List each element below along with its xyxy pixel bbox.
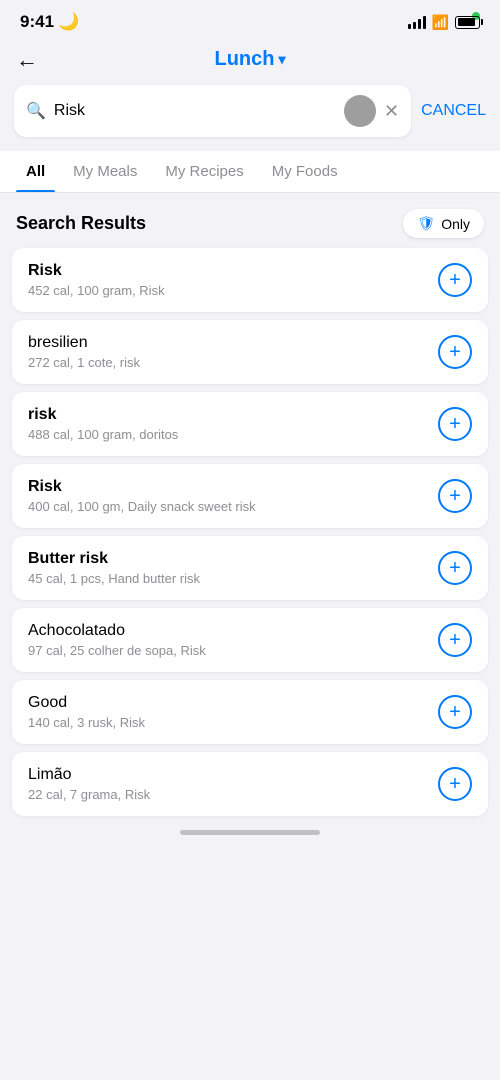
status-indicators: 📶 xyxy=(408,14,480,31)
food-info: Good 140 cal, 3 rusk, Risk xyxy=(28,694,438,730)
wifi-icon: 📶 xyxy=(432,14,449,31)
home-bar xyxy=(180,830,320,835)
food-item-0: Risk 452 cal, 100 gram, Risk + xyxy=(12,248,488,312)
results-header: Search Results 🛡 Only xyxy=(0,193,500,248)
battery-icon xyxy=(455,16,480,29)
add-button[interactable]: + xyxy=(438,263,472,297)
cancel-button[interactable]: CANCEL xyxy=(421,102,486,120)
add-button[interactable]: + xyxy=(438,335,472,369)
food-info: Risk 452 cal, 100 gram, Risk xyxy=(28,262,438,298)
tab-my-foods[interactable]: My Foods xyxy=(262,151,348,192)
signal-icon xyxy=(408,15,426,29)
food-name: Limão xyxy=(28,766,438,784)
tab-my-meals[interactable]: My Meals xyxy=(63,151,147,192)
food-item-6: Good 140 cal, 3 rusk, Risk + xyxy=(12,680,488,744)
food-details: 22 cal, 7 grama, Risk xyxy=(28,787,438,802)
avatar xyxy=(344,95,376,127)
search-row: 🔍 Risk ✕ CANCEL xyxy=(0,85,500,151)
only-toggle[interactable]: 🛡 Only xyxy=(403,209,484,238)
food-item-3: Risk 400 cal, 100 gm, Daily snack sweet … xyxy=(12,464,488,528)
back-button[interactable]: ← xyxy=(16,47,38,73)
food-item-4: Butter risk 45 cal, 1 pcs, Hand butter r… xyxy=(12,536,488,600)
food-list: Risk 452 cal, 100 gram, Risk + bresilien… xyxy=(0,248,500,816)
tab-all[interactable]: All xyxy=(16,151,55,192)
food-details: 45 cal, 1 pcs, Hand butter risk xyxy=(28,571,438,586)
food-details: 272 cal, 1 cote, risk xyxy=(28,355,438,370)
search-input[interactable]: Risk xyxy=(54,102,336,120)
food-info: Achocolatado 97 cal, 25 colher de sopa, … xyxy=(28,622,438,658)
food-info: Butter risk 45 cal, 1 pcs, Hand butter r… xyxy=(28,550,438,586)
add-button[interactable]: + xyxy=(438,695,472,729)
food-item-5: Achocolatado 97 cal, 25 colher de sopa, … xyxy=(12,608,488,672)
time-label: 9:41 xyxy=(20,12,54,32)
add-button[interactable]: + xyxy=(438,551,472,585)
food-details: 452 cal, 100 gram, Risk xyxy=(28,283,438,298)
food-name: risk xyxy=(28,406,438,424)
search-bar[interactable]: 🔍 Risk ✕ xyxy=(14,85,411,137)
food-name: bresilien xyxy=(28,334,438,352)
food-info: Limão 22 cal, 7 grama, Risk xyxy=(28,766,438,802)
search-icon: 🔍 xyxy=(26,101,46,121)
food-details: 488 cal, 100 gram, doritos xyxy=(28,427,438,442)
meal-title: Lunch xyxy=(214,48,274,71)
food-item-7: Limão 22 cal, 7 grama, Risk + xyxy=(12,752,488,816)
shield-icon: 🛡 xyxy=(417,215,435,232)
add-button[interactable]: + xyxy=(438,623,472,657)
food-item-1: bresilien 272 cal, 1 cote, risk + xyxy=(12,320,488,384)
food-details: 97 cal, 25 colher de sopa, Risk xyxy=(28,643,438,658)
status-time: 9:41 🌙 xyxy=(20,12,79,32)
food-info: bresilien 272 cal, 1 cote, risk xyxy=(28,334,438,370)
add-button[interactable]: + xyxy=(438,767,472,801)
results-title: Search Results xyxy=(16,213,146,234)
food-info: risk 488 cal, 100 gram, doritos xyxy=(28,406,438,442)
clear-button[interactable]: ✕ xyxy=(384,101,399,122)
header-title: Lunch ▾ xyxy=(214,48,285,71)
moon-icon: 🌙 xyxy=(58,12,79,32)
home-indicator xyxy=(0,816,500,843)
tab-bar: All My Meals My Recipes My Foods xyxy=(0,151,500,193)
only-label: Only xyxy=(441,216,470,232)
header: ← Lunch ▾ xyxy=(0,38,500,85)
add-button[interactable]: + xyxy=(438,479,472,513)
food-details: 400 cal, 100 gm, Daily snack sweet risk xyxy=(28,499,438,514)
food-info: Risk 400 cal, 100 gm, Daily snack sweet … xyxy=(28,478,438,514)
food-details: 140 cal, 3 rusk, Risk xyxy=(28,715,438,730)
add-button[interactable]: + xyxy=(438,407,472,441)
food-name: Good xyxy=(28,694,438,712)
status-bar: 9:41 🌙 📶 xyxy=(0,0,500,38)
food-name: Risk xyxy=(28,478,438,496)
chevron-down-icon[interactable]: ▾ xyxy=(278,51,285,68)
tab-my-recipes[interactable]: My Recipes xyxy=(155,151,253,192)
food-name: Risk xyxy=(28,262,438,280)
food-item-2: risk 488 cal, 100 gram, doritos + xyxy=(12,392,488,456)
food-name: Achocolatado xyxy=(28,622,438,640)
food-name: Butter risk xyxy=(28,550,438,568)
